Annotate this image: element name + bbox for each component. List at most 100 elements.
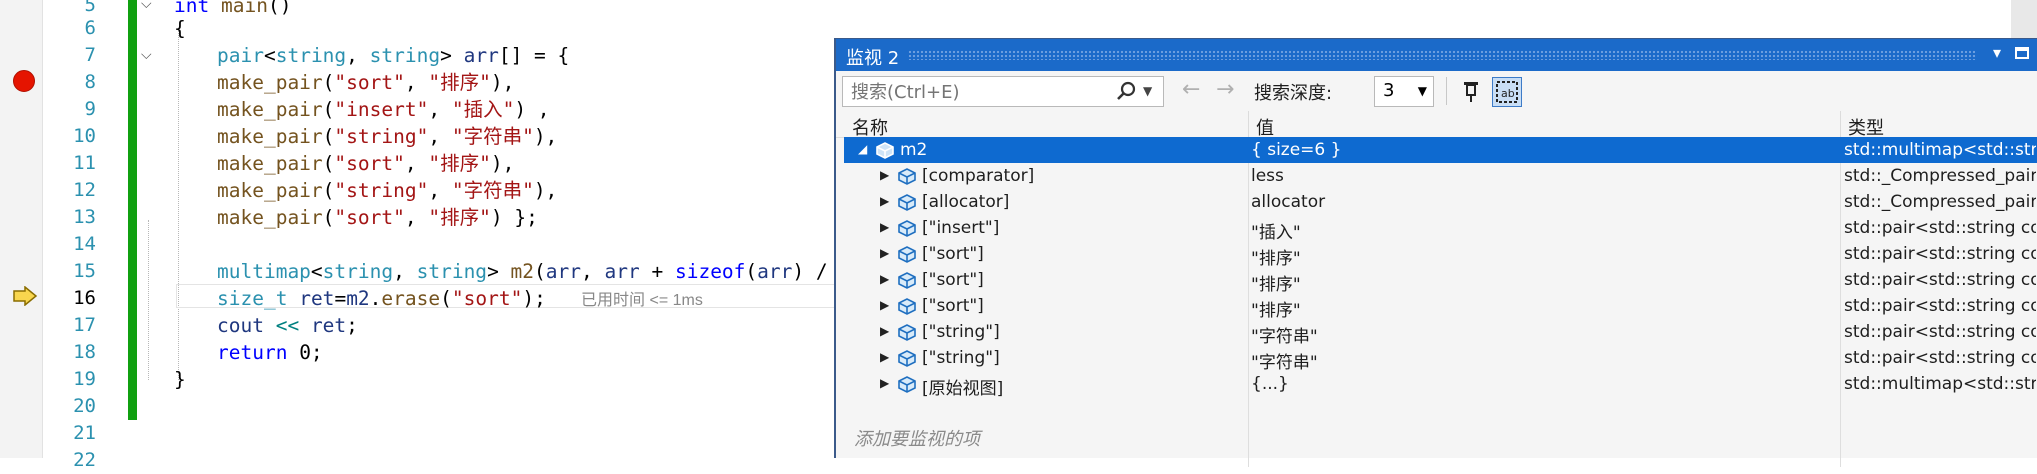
expand-icon[interactable]: ▶ (880, 246, 889, 260)
code-line[interactable]: pair<string, string> arr[] = { (217, 42, 569, 69)
code-line[interactable]: make_pair("sort", "排序"), (217, 150, 514, 177)
watch-row-value[interactable]: "字符串" (1251, 322, 1318, 347)
perf-tip[interactable]: 已用时间 <= 1ms (581, 292, 703, 309)
expand-icon[interactable]: ▶ (880, 194, 889, 208)
watch-row[interactable]: ▶ [allocator] allocator std::_Compressed… (844, 189, 2037, 215)
search-next-icon[interactable]: → (1216, 77, 1234, 102)
hex-display-toggle[interactable]: ab (1492, 77, 1522, 107)
expand-icon[interactable]: ▶ (880, 350, 889, 364)
type: multimap (217, 260, 311, 283)
search-previous-icon[interactable]: ← (1182, 77, 1200, 102)
watch-row-value[interactable]: "排序" (1251, 244, 1301, 269)
punctuation: ), (490, 71, 515, 94)
watch-row[interactable]: ◢ m2 { size=6 } std::multimap<std::stri.… (844, 137, 2037, 163)
search-depth-label: 搜索深度: (1254, 83, 1333, 104)
column-divider[interactable] (1840, 111, 1841, 137)
watch-row-name: ["sort"] (922, 270, 984, 290)
expand-icon[interactable]: ▶ (880, 324, 889, 338)
code-line[interactable]: make_pair("string", "字符串"), (217, 123, 557, 150)
code-line[interactable]: make_pair("sort", "排序") }; (217, 204, 538, 231)
watch-row-name: [原始视图] (922, 379, 1004, 399)
string-literal: "排序" (428, 206, 491, 229)
watch-row[interactable]: ▶ ["string"] "字符串" std::pair<std::string… (844, 345, 2037, 373)
code-line[interactable]: make_pair("insert", "插入") , (217, 96, 550, 123)
watch-row[interactable]: ▶ ["insert"] "插入" std::pair<std::string … (844, 215, 2037, 243)
punctuation: + (639, 260, 675, 283)
watch-row-value[interactable]: allocator (1251, 192, 1325, 212)
code-line[interactable]: make_pair("string", "字符串"), (217, 177, 557, 204)
code-line[interactable]: return 0; (217, 339, 323, 366)
punctuation: , (581, 260, 605, 283)
drag-grip[interactable] (908, 50, 1977, 60)
expand-icon[interactable]: ▶ (880, 168, 889, 182)
line-number: 13 (73, 206, 96, 228)
column-divider[interactable] (1248, 111, 1249, 137)
collapse-icon[interactable]: ◢ (858, 142, 867, 156)
variable: arr (604, 260, 640, 283)
watch-row-name: ["sort"] (922, 296, 984, 316)
watch-title-bar[interactable]: 监视 2 ▾ (836, 39, 2037, 71)
window-menu-chevron-icon[interactable]: ▾ (1993, 43, 2001, 62)
watch-row[interactable]: ▶ [原始视图] {...} std::multimap<std::stri..… (844, 371, 2037, 399)
search-depth-select[interactable]: 3 ▼ (1374, 76, 1434, 107)
code-line[interactable]: int main() (174, 0, 291, 19)
code-line-current[interactable]: size_t ret=m2.erase("sort"); 已用时间 <= 1ms (217, 285, 703, 314)
watch-row-type: std::pair<std::string co... (1844, 348, 2036, 368)
function-name: make_pair (217, 152, 323, 175)
punctuation: = (334, 287, 347, 310)
object-icon (898, 220, 916, 237)
watch-row-type: std::pair<std::string co... (1844, 218, 2036, 238)
fold-chevron-icon[interactable]: ⌵ (141, 48, 155, 62)
watch-row-value[interactable]: "字符串" (1251, 348, 1318, 373)
watch-row[interactable]: ▶ ["sort"] "排序" std::pair<std::string co… (844, 293, 2037, 321)
type: string (275, 44, 347, 67)
code-line[interactable]: multimap<string, string> m2(arr, arr + s… (217, 258, 886, 285)
punctuation: , (404, 71, 429, 94)
watch-toolbar: ▼ ← → 搜索深度: 3 ▼ ab (836, 71, 2037, 111)
expand-icon[interactable]: ▶ (880, 298, 889, 312)
pin-icon[interactable] (1458, 77, 1486, 105)
code-line[interactable]: } (174, 366, 186, 393)
variable: arr (545, 260, 582, 283)
search-input[interactable] (849, 80, 1113, 105)
breakpoint-icon[interactable] (13, 70, 35, 92)
code-line[interactable]: { (174, 15, 186, 42)
watch-row[interactable]: ▶ [comparator] less std::_Compressed_pai… (844, 163, 2037, 189)
add-watch-item[interactable]: 添加要监视的项 (854, 425, 980, 451)
watch-row-value[interactable]: "排序" (1251, 296, 1301, 321)
object-icon (898, 272, 916, 289)
expand-icon[interactable]: ▶ (880, 376, 889, 390)
search-dropdown-icon[interactable]: ▼ (1143, 84, 1152, 98)
watch-row-value[interactable]: {...} (1251, 374, 1289, 394)
glyph-margin[interactable] (0, 0, 43, 458)
code-line[interactable]: cout << ret; (217, 312, 358, 339)
string-literal: "sort" (334, 206, 405, 229)
code-line[interactable]: make_pair("sort", "排序"), (217, 69, 514, 96)
watch-row-value[interactable]: "插入" (1251, 218, 1301, 243)
search-box[interactable]: ▼ (842, 76, 1164, 107)
line-number: 21 (73, 422, 96, 444)
watch-row-value[interactable]: "排序" (1251, 270, 1301, 295)
svg-text:ab: ab (1501, 87, 1515, 100)
expand-icon[interactable]: ▶ (880, 220, 889, 234)
watch-row[interactable]: ▶ ["sort"] "排序" std::pair<std::string co… (844, 267, 2037, 295)
watch-row[interactable]: ▶ ["string"] "字符串" std::pair<std::string… (844, 319, 2037, 347)
fold-chevron-icon[interactable]: ⌵ (141, 0, 155, 11)
punctuation: < (263, 44, 276, 67)
search-icon[interactable] (1115, 81, 1137, 103)
string-literal: "插入" (451, 98, 515, 121)
maximize-icon[interactable] (2015, 47, 2029, 59)
function-name: main (220, 0, 268, 17)
watch-row[interactable]: ▶ ["sort"] "排序" std::pair<std::string co… (844, 241, 2037, 269)
type: pair (217, 44, 264, 67)
punctuation: ), (533, 179, 558, 202)
editor-scrollbar[interactable] (2011, 0, 2037, 40)
watch-row-type: std::pair<std::string co... (1844, 270, 2036, 290)
watch-row-value[interactable]: { size=6 } (1251, 140, 1341, 160)
indent-guide (148, 220, 149, 380)
line-number: 15 (73, 260, 96, 282)
function-name: make_pair (217, 179, 323, 202)
expand-icon[interactable]: ▶ (880, 272, 889, 286)
watch-window[interactable]: 监视 2 ▾ ▼ ← → 搜索深度: 3 ▼ ab (834, 38, 2037, 467)
watch-row-value[interactable]: less (1251, 166, 1284, 186)
